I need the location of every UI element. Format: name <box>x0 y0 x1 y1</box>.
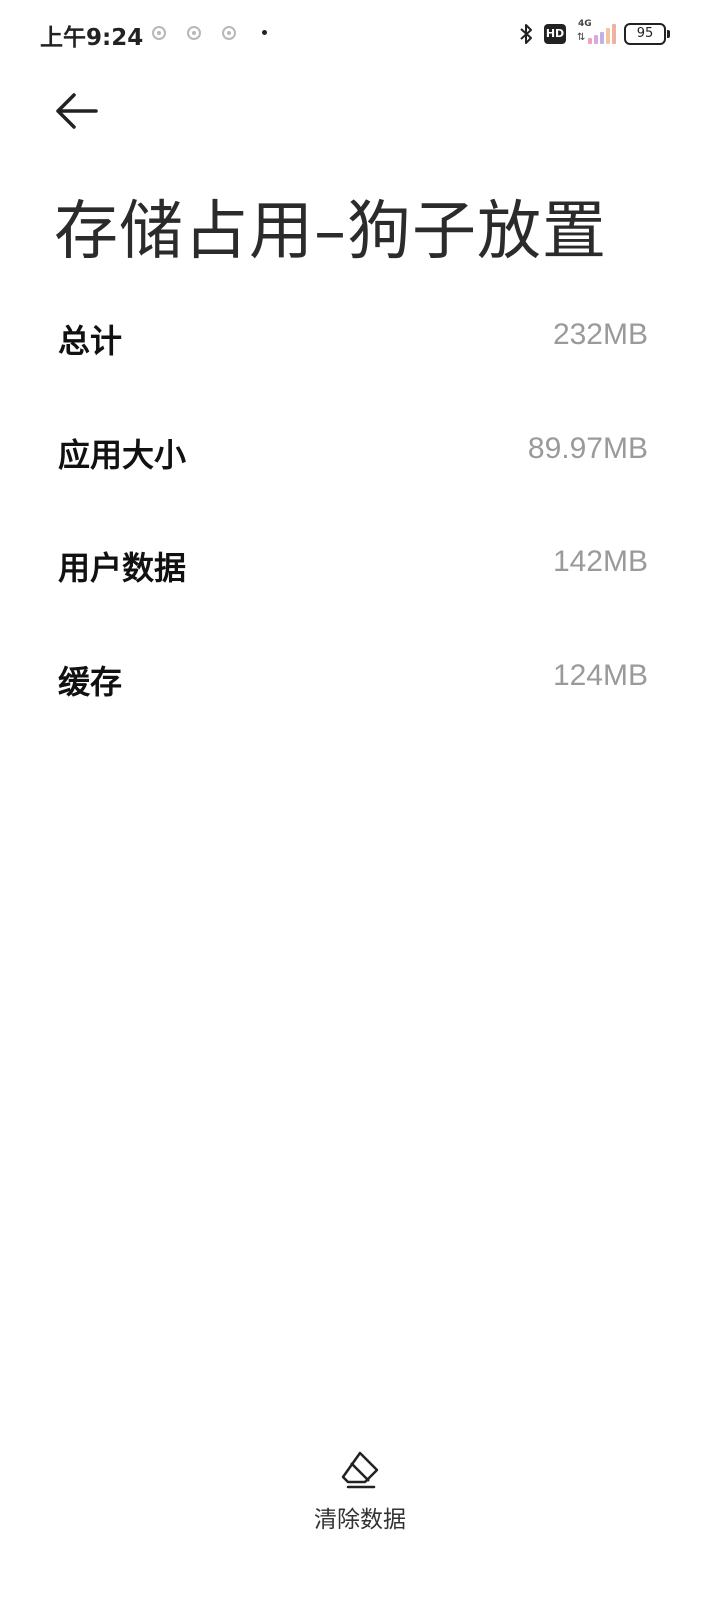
row-value: 232MB <box>552 318 648 351</box>
storage-usage-page: 上午9:24 HD 4G ⇅ 95 存储占用–狗子放置 总计 232MB 应用大… <box>0 0 720 1600</box>
row-label: 用户数据 <box>58 549 187 587</box>
storage-row-app-size: 应用大小 89.97MB <box>0 396 720 510</box>
battery-icon: 95 <box>624 23 666 45</box>
clear-data-label: 清除数据 <box>314 1507 406 1533</box>
bluetooth-icon <box>520 24 532 44</box>
hd-icon: HD <box>544 24 566 44</box>
notification-dot-icon <box>262 30 267 35</box>
battery-cap <box>667 30 670 38</box>
clear-data-button[interactable]: 清除数据 <box>290 1450 430 1540</box>
storage-row-cache: 缓存 124MB <box>0 623 720 737</box>
storage-row-user-data: 用户数据 142MB <box>0 509 720 623</box>
row-label: 缓存 <box>58 662 123 701</box>
notification-icon <box>187 26 201 40</box>
storage-row-total: 总计 232MB <box>0 282 720 396</box>
signal-icon <box>588 24 616 44</box>
row-value: 142MB <box>552 545 648 578</box>
row-label: 应用大小 <box>58 435 187 474</box>
status-bar: 上午9:24 HD 4G ⇅ 95 <box>0 0 720 70</box>
storage-list: 总计 232MB 应用大小 89.97MB 用户数据 142MB 缓存 124M… <box>0 282 720 736</box>
row-label: 总计 <box>58 322 123 360</box>
notification-icon <box>152 26 166 40</box>
data-activity-icon: ⇅ <box>577 32 586 43</box>
row-value: 89.97MB <box>527 431 648 465</box>
eraser-icon <box>341 1451 379 1489</box>
back-arrow-icon <box>56 93 98 129</box>
page-title: 存储占用–狗子放置 <box>54 195 607 269</box>
notification-icon <box>222 26 236 40</box>
back-button[interactable] <box>50 88 106 134</box>
row-value: 124MB <box>552 658 648 692</box>
status-time: 上午9:24 <box>40 25 144 51</box>
